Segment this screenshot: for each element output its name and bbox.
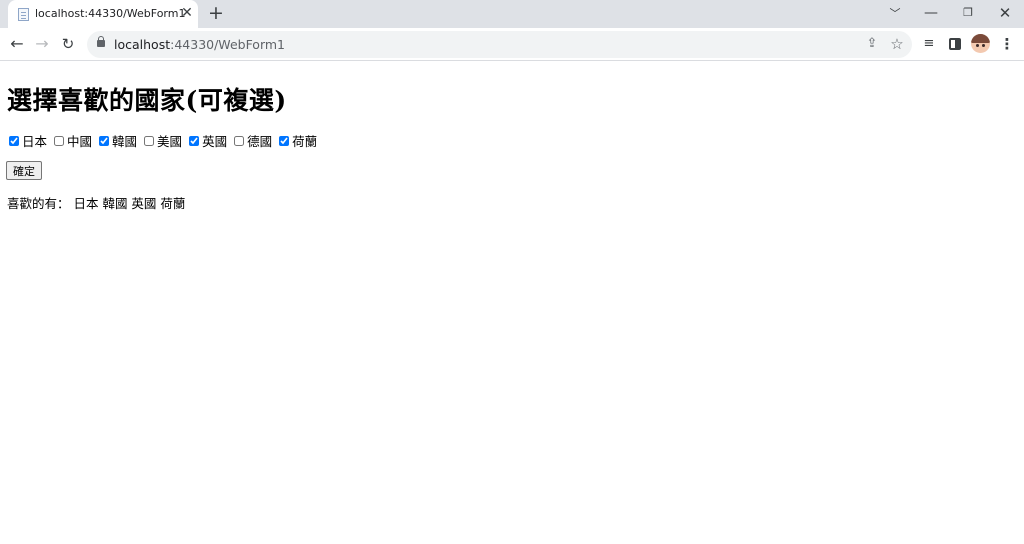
url-host: localhost	[114, 37, 171, 52]
checkbox-japan[interactable]	[9, 135, 19, 146]
checkbox-item-china[interactable]: 中國	[54, 131, 92, 150]
url-text[interactable]: localhost:44330/WebForm1	[114, 37, 285, 52]
checkbox-korea[interactable]	[99, 135, 110, 146]
browser-menu-icon[interactable]: ⋮	[997, 34, 1017, 54]
forward-arrow-icon[interactable]: →	[31, 33, 53, 55]
checkbox-item-germany[interactable]: 德國	[234, 131, 272, 150]
restore-icon[interactable]: ❐	[957, 2, 979, 24]
checkbox-germany[interactable]	[234, 135, 245, 146]
checkbox-label-korea: 韓國	[112, 134, 138, 149]
new-tab-icon[interactable]: +	[206, 3, 226, 23]
tab-strip: localhost:44330/WebForm1 ✕ + ﹀ — ❐ ✕	[0, 0, 1024, 28]
media-control-icon[interactable]: ≡	[919, 34, 939, 54]
back-arrow-icon[interactable]: ←	[6, 33, 28, 55]
page-title: 選擇喜歡的國家(可複選)	[7, 86, 287, 115]
checkbox-item-japan[interactable]: 日本	[9, 131, 47, 150]
reload-icon[interactable]: ↻	[57, 33, 79, 55]
page-content: 選擇喜歡的國家(可複選) 日本 中國 韓國 美國 英國 德國 荷蘭 確定 喜歡的…	[0, 62, 1024, 544]
profile-avatar[interactable]	[971, 34, 990, 53]
checkbox-item-korea[interactable]: 韓國	[99, 131, 137, 150]
tab-title: localhost:44330/WebForm1	[35, 7, 186, 20]
browser-tab[interactable]: localhost:44330/WebForm1 ✕	[8, 0, 198, 28]
checkbox-item-usa[interactable]: 美國	[144, 131, 182, 150]
checkbox-china[interactable]	[54, 135, 65, 146]
checkbox-label-china: 中國	[67, 134, 93, 149]
checkbox-label-germany: 德國	[247, 134, 273, 149]
checkbox-label-uk: 英國	[202, 134, 228, 149]
confirm-button[interactable]: 確定	[6, 161, 42, 180]
tab-search-chevron-icon[interactable]: ﹀	[886, 5, 904, 23]
side-panel-icon[interactable]	[945, 34, 965, 54]
bookmark-star-icon[interactable]: ☆	[888, 35, 906, 53]
checkbox-uk[interactable]	[189, 135, 200, 146]
url-path: :44330/WebForm1	[170, 37, 286, 52]
checkbox-item-uk[interactable]: 英國	[189, 131, 227, 150]
window-close-icon[interactable]: ✕	[994, 2, 1016, 24]
browser-toolbar: ← → ↻ localhost:44330/WebForm1 ⇪ ☆ ≡ ⋮	[0, 28, 1024, 61]
tab-close-icon[interactable]: ✕	[179, 5, 195, 21]
page-favicon-icon	[18, 8, 29, 21]
checkbox-label-japan: 日本	[22, 134, 48, 149]
country-checkbox-list: 日本 中國 韓國 美國 英國 德國 荷蘭	[9, 131, 324, 150]
lock-icon[interactable]	[97, 36, 105, 47]
checkbox-usa[interactable]	[144, 135, 155, 146]
result-text: 喜歡的有： 日本 韓國 英國 荷蘭	[7, 196, 186, 211]
checkbox-netherlands[interactable]	[279, 135, 290, 146]
share-icon[interactable]: ⇪	[863, 35, 881, 53]
checkbox-label-netherlands: 荷蘭	[292, 134, 318, 149]
checkbox-label-usa: 美國	[157, 134, 183, 149]
address-bar[interactable]: localhost:44330/WebForm1 ⇪ ☆	[87, 31, 912, 58]
minimize-icon[interactable]: —	[920, 2, 942, 24]
checkbox-item-netherlands[interactable]: 荷蘭	[279, 131, 317, 150]
